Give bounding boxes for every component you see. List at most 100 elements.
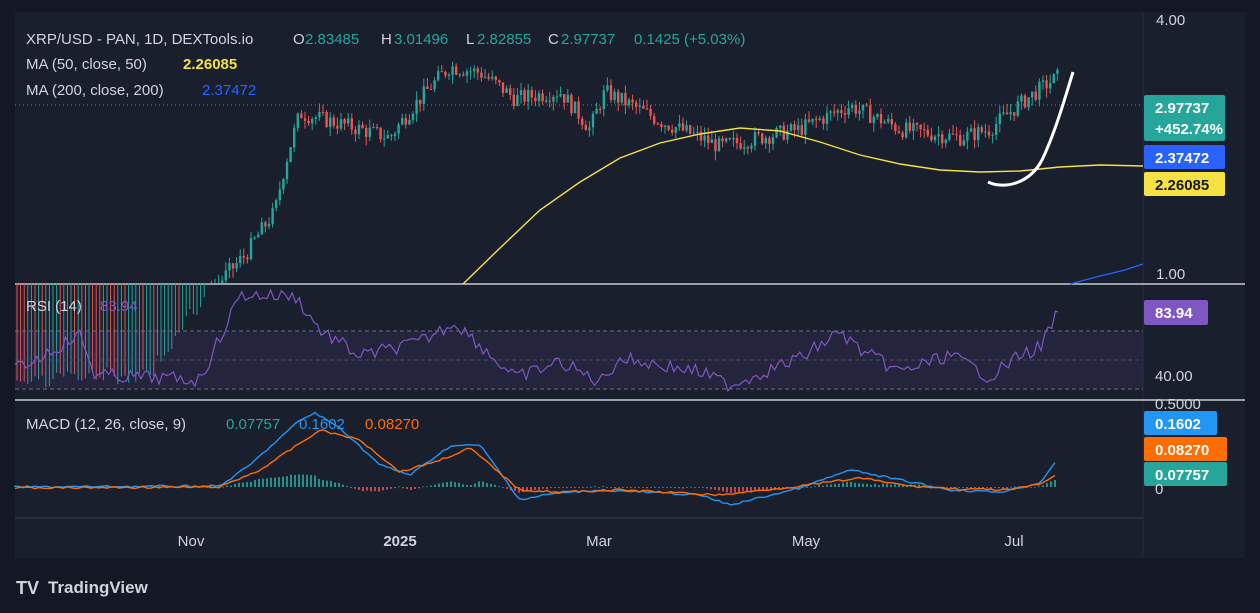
chart-canvas[interactable]: XRP/USD - PAN, 1D, DEXTools.io O 2.83485… bbox=[0, 0, 1260, 613]
macd-hist-bar bbox=[406, 487, 408, 489]
candle-body bbox=[1041, 80, 1045, 82]
candle-body bbox=[552, 96, 555, 102]
candle-body bbox=[437, 71, 440, 81]
candle-body bbox=[930, 135, 933, 141]
tradingview-logo[interactable]: TV TradingView bbox=[16, 578, 149, 598]
candle-body bbox=[451, 66, 454, 75]
candle-body bbox=[483, 76, 487, 78]
candle-body bbox=[465, 71, 469, 76]
macd-hist-bar bbox=[830, 484, 832, 487]
candle-body bbox=[818, 118, 821, 120]
macd-hist-bar bbox=[342, 484, 344, 487]
tradingview-brand-name: TradingView bbox=[48, 578, 149, 597]
macd-hist-bar bbox=[254, 480, 256, 487]
candle-body bbox=[1027, 97, 1030, 108]
macd-hist-bar bbox=[1010, 486, 1012, 488]
ma50-legend-label[interactable]: MA (50, close, 50) bbox=[26, 56, 147, 73]
candle-body bbox=[609, 85, 613, 101]
candle-body bbox=[343, 119, 346, 124]
macd-legend-label[interactable]: MACD (12, 26, close, 9) bbox=[26, 416, 186, 433]
macd-hist-bar bbox=[258, 478, 260, 487]
candle-body bbox=[303, 118, 307, 121]
macd-hist-bar bbox=[958, 487, 960, 488]
candle-body bbox=[757, 132, 760, 134]
candle-body bbox=[426, 86, 429, 90]
symbol-title[interactable]: XRP/USD - PAN, 1D, DEXTools.io bbox=[26, 31, 253, 48]
macd-tag-value: 0.1602 bbox=[1155, 416, 1201, 433]
macd-hist-bar bbox=[334, 482, 336, 487]
macd-hist-bar bbox=[846, 481, 848, 487]
macd-hist-bar bbox=[630, 487, 632, 488]
candle-body bbox=[944, 139, 947, 144]
candle-body bbox=[386, 135, 389, 139]
macd-hist-bar bbox=[674, 487, 676, 489]
candle-body bbox=[1045, 80, 1048, 89]
rsi-legend-label[interactable]: RSI (14) bbox=[26, 298, 82, 315]
chart-area[interactable] bbox=[15, 12, 1143, 558]
candle-body bbox=[811, 118, 814, 122]
candle-body bbox=[278, 189, 281, 201]
macd-hist-bar bbox=[650, 487, 652, 488]
candle-body bbox=[933, 136, 937, 141]
macd-hist-bar bbox=[618, 487, 620, 488]
candle-body bbox=[1005, 112, 1009, 115]
candle-body bbox=[653, 116, 656, 124]
macd-hist-bar bbox=[282, 476, 284, 487]
candle-body bbox=[527, 90, 530, 102]
macd-hist-bar bbox=[398, 486, 400, 488]
candle-body bbox=[923, 129, 926, 131]
ma50-legend-value: 2.26085 bbox=[183, 56, 237, 73]
candle-body bbox=[321, 111, 325, 113]
macd-hist-bar bbox=[578, 487, 580, 488]
candle-body bbox=[998, 113, 1001, 124]
macd-hist-bar bbox=[438, 483, 440, 487]
macd-hist-bar bbox=[834, 483, 836, 487]
candle-body bbox=[347, 118, 350, 124]
macd-hist-bar bbox=[230, 485, 232, 487]
candle-body bbox=[689, 125, 692, 134]
candle-body bbox=[897, 131, 901, 133]
candle-body bbox=[401, 118, 404, 125]
candle-body bbox=[1009, 112, 1012, 115]
ma200-legend-label[interactable]: MA (200, close, 200) bbox=[26, 82, 164, 99]
macd-hist-bar bbox=[842, 482, 844, 487]
macd-hist-bar bbox=[370, 487, 372, 492]
macd-hist-bar bbox=[262, 478, 264, 487]
macd-hist-bar bbox=[374, 487, 376, 492]
candle-body bbox=[318, 111, 321, 118]
macd-hist-bar bbox=[422, 486, 424, 488]
macd-hist-bar bbox=[850, 481, 852, 487]
candle-body bbox=[786, 130, 789, 140]
candle-body bbox=[296, 113, 299, 128]
candle-body bbox=[879, 114, 883, 124]
macd-hist-bar bbox=[486, 483, 488, 487]
macd-hist-bar bbox=[250, 481, 252, 487]
time-tick-may: May bbox=[792, 533, 821, 550]
candle-body bbox=[584, 124, 587, 131]
candle-body bbox=[545, 100, 548, 102]
candle-body bbox=[1013, 112, 1016, 116]
candle-body bbox=[541, 93, 544, 102]
candle-body bbox=[617, 91, 620, 103]
macd-hist-bar bbox=[470, 484, 472, 487]
macd-hist-bar bbox=[1046, 483, 1048, 487]
macd-hist-bar bbox=[446, 482, 448, 487]
candle-body bbox=[865, 104, 868, 106]
candle-body bbox=[487, 76, 490, 79]
candle-body bbox=[357, 124, 361, 135]
macd-hist-bar bbox=[602, 486, 604, 488]
candle-body bbox=[991, 134, 994, 136]
candle-body bbox=[793, 124, 796, 131]
macd-hist-bar bbox=[302, 474, 304, 487]
macd-hist-bar bbox=[598, 487, 600, 488]
macd-hist-bar bbox=[594, 486, 596, 488]
ohlc-o-value: 2.83485 bbox=[305, 31, 359, 48]
macd-hist-bar bbox=[478, 481, 480, 487]
macd-hist-bar bbox=[590, 486, 592, 488]
macd-hist-bar bbox=[1014, 486, 1016, 488]
candle-body bbox=[257, 234, 260, 238]
candle-body bbox=[843, 113, 847, 115]
macd-hist-bar bbox=[890, 484, 892, 487]
candle-body bbox=[375, 126, 379, 128]
macd-hist-bar bbox=[610, 487, 612, 488]
